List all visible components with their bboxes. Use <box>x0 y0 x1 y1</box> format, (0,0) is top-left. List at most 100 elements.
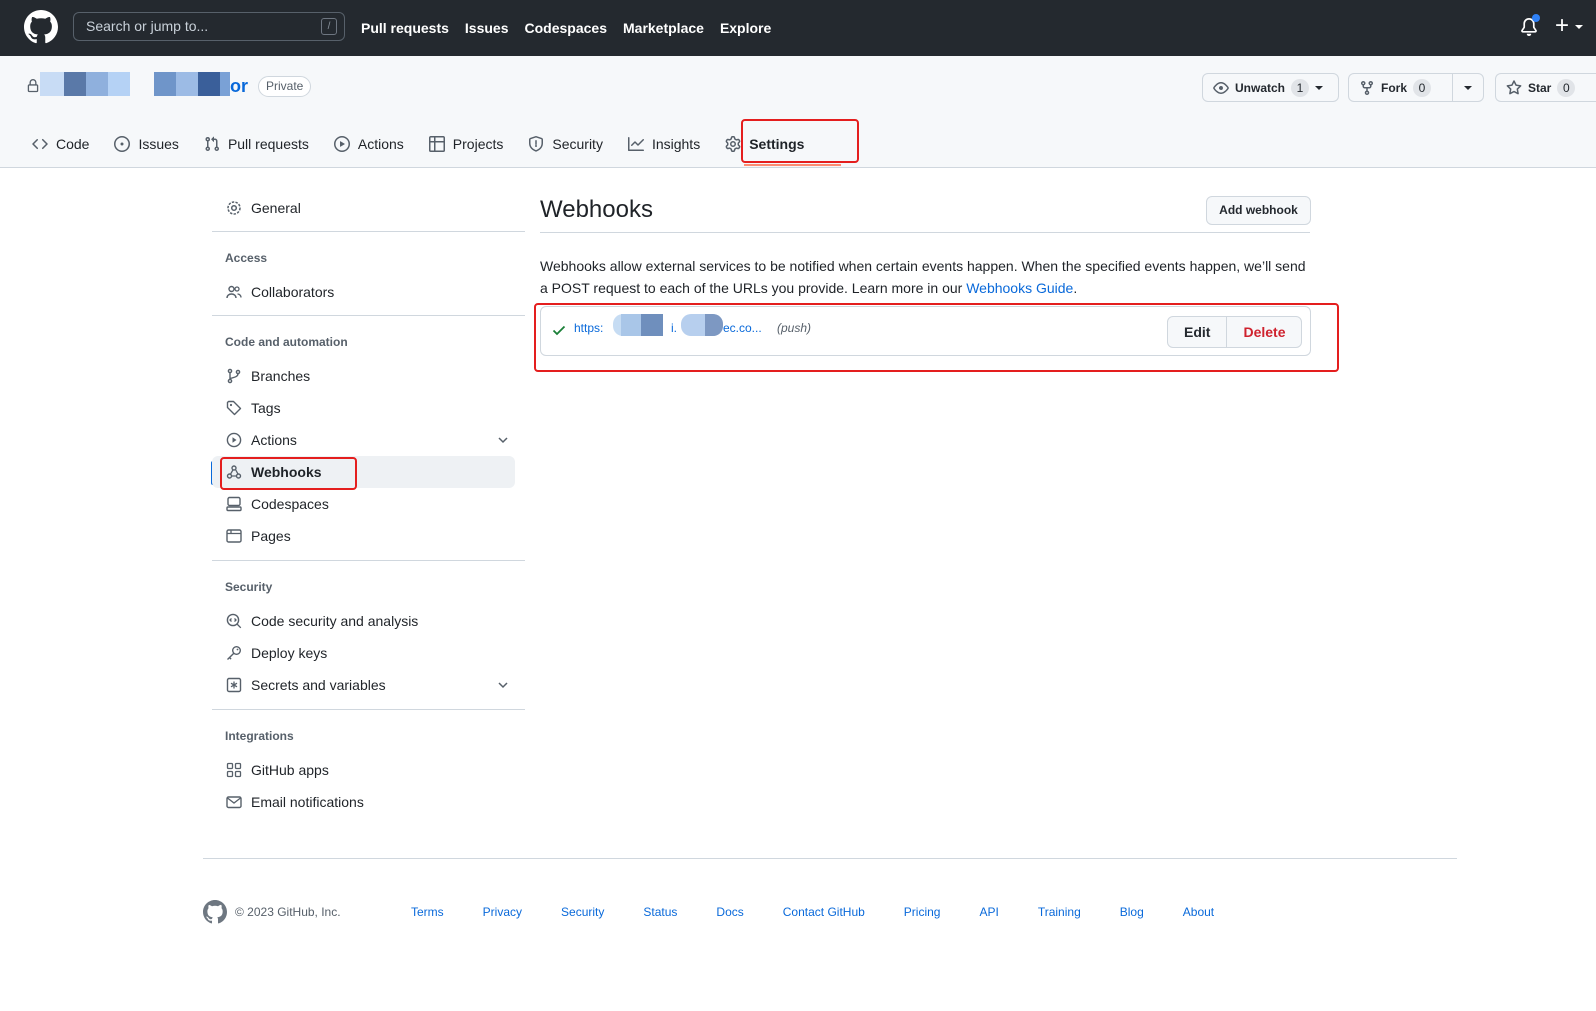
footer-link-docs[interactable]: Docs <box>716 905 743 919</box>
star-button[interactable]: Star 0 <box>1496 74 1585 101</box>
page-title: Webhooks <box>540 196 653 223</box>
tab-issues-label: Issues <box>138 136 179 152</box>
redaction-block <box>176 72 198 96</box>
webhooks-description: Webhooks allow external services to be n… <box>540 255 1315 299</box>
footer-link-blog[interactable]: Blog <box>1120 905 1144 919</box>
add-webhook-button[interactable]: Add webhook <box>1206 196 1311 225</box>
visibility-badge: Private <box>258 76 312 97</box>
tab-code-label: Code <box>56 136 90 152</box>
star-icon <box>1506 79 1522 94</box>
webhooks-guide-link[interactable]: Webhooks Guide <box>966 280 1073 296</box>
tab-pull-requests[interactable]: Pull requests <box>204 120 321 168</box>
sidebar-item-pages[interactable]: Pages <box>212 520 515 552</box>
tab-issues[interactable]: Issues <box>114 120 190 168</box>
sidebar-divider <box>212 231 525 232</box>
tab-projects[interactable]: Projects <box>428 120 516 168</box>
notification-indicator <box>1532 14 1540 22</box>
footer-link-api[interactable]: API <box>979 905 998 919</box>
fork-button-group: Fork 0 <box>1348 73 1484 102</box>
sidebar-divider <box>212 315 525 316</box>
people-icon <box>226 285 242 299</box>
sidebar-item-label: General <box>251 200 301 216</box>
sidebar-item-codespaces[interactable]: Codespaces <box>212 488 515 520</box>
sidebar-item-collaborators[interactable]: Collaborators <box>212 276 515 308</box>
sidebar-item-deploy-keys[interactable]: Deploy keys <box>212 637 515 669</box>
description-text: Webhooks allow external services to be n… <box>540 258 1306 296</box>
git-branch-icon <box>227 368 241 384</box>
global-header: Search or jump to... / Pull requests Iss… <box>0 0 1596 56</box>
sidebar-heading-security: Security <box>225 580 273 594</box>
repo-name-suffix[interactable]: or <box>230 76 248 97</box>
mail-icon <box>226 796 242 809</box>
repo-nav: Code Issues Pull requests Actions Projec… <box>32 120 829 168</box>
footer-link-security[interactable]: Security <box>561 905 604 919</box>
tag-icon <box>226 400 242 416</box>
sidebar-item-code-security[interactable]: Code security and analysis <box>212 605 515 637</box>
sidebar-item-tags[interactable]: Tags <box>212 392 515 424</box>
footer-link-about[interactable]: About <box>1183 905 1214 919</box>
key-icon <box>227 646 241 660</box>
global-nav-explore[interactable]: Explore <box>720 20 771 36</box>
star-label: Star <box>1528 80 1552 95</box>
fork-dropdown-button[interactable] <box>1451 74 1483 101</box>
title-divider <box>540 232 1310 233</box>
fork-icon <box>1361 80 1373 95</box>
sidebar-item-email-notifications[interactable]: Email notifications <box>212 786 515 818</box>
search-input[interactable]: Search or jump to... / <box>73 12 345 41</box>
tab-code[interactable]: Code <box>32 120 101 168</box>
annotation-highlight-settings <box>741 119 859 163</box>
description-end: . <box>1073 280 1078 296</box>
global-nav-marketplace[interactable]: Marketplace <box>623 20 704 36</box>
repo-name-redacted[interactable] <box>40 72 250 96</box>
selected-tab-underline <box>744 164 841 166</box>
github-logo-icon[interactable] <box>24 10 58 44</box>
footer-link-terms[interactable]: Terms <box>411 905 444 919</box>
sidebar-item-secrets[interactable]: Secrets and variables <box>212 669 515 701</box>
sidebar-item-github-apps[interactable]: GitHub apps <box>212 754 515 786</box>
global-nav-issues[interactable]: Issues <box>465 20 509 36</box>
footer-link-status[interactable]: Status <box>643 905 677 919</box>
global-nav-pull-requests[interactable]: Pull requests <box>361 20 449 36</box>
chevron-down-icon[interactable] <box>495 677 511 693</box>
codescan-icon <box>226 613 242 629</box>
sidebar-item-label: Codespaces <box>251 496 329 512</box>
sidebar-item-label: Email notifications <box>251 794 364 810</box>
sidebar-item-label: Actions <box>251 432 297 448</box>
sidebar-item-general[interactable]: General <box>212 192 515 224</box>
eye-icon <box>1213 81 1229 94</box>
chevron-down-icon[interactable] <box>495 432 511 448</box>
sidebar-item-branches[interactable]: Branches <box>212 360 515 392</box>
footer-link-pricing[interactable]: Pricing <box>904 905 941 919</box>
create-new-plus-icon[interactable]: + <box>1555 14 1569 38</box>
redaction-block <box>154 72 176 96</box>
unwatch-button[interactable]: Unwatch 1 <box>1203 74 1333 101</box>
tab-security[interactable]: Security <box>528 120 615 168</box>
tab-insights-label: Insights <box>651 136 701 152</box>
asterisk-box-icon <box>226 677 242 693</box>
footer-link-contact[interactable]: Contact GitHub <box>783 905 865 919</box>
tab-projects-label: Projects <box>452 136 504 152</box>
annotation-highlight-webhook-entry <box>534 303 1339 372</box>
sidebar-item-actions[interactable]: Actions <box>212 424 515 456</box>
star-button-group: Star 0 <box>1495 73 1596 102</box>
sidebar-heading-code-automation: Code and automation <box>225 335 348 349</box>
star-count: 0 <box>1557 78 1576 97</box>
tab-pull-requests-label: Pull requests <box>227 136 309 152</box>
fork-label: Fork <box>1381 80 1408 95</box>
create-new-caret-icon[interactable] <box>1575 25 1583 29</box>
footer-link-training[interactable]: Training <box>1038 905 1081 919</box>
play-icon <box>226 432 242 448</box>
watch-button-group: Unwatch 1 <box>1202 73 1339 102</box>
redaction-block <box>108 72 130 96</box>
sidebar-heading-access: Access <box>225 251 268 265</box>
search-shortcut-key: / <box>321 18 337 35</box>
gear-icon <box>227 201 241 215</box>
footer-divider <box>203 858 1457 859</box>
tab-insights[interactable]: Insights <box>627 120 712 168</box>
footer-link-privacy[interactable]: Privacy <box>483 905 522 919</box>
issue-opened-icon <box>114 136 131 152</box>
fork-button[interactable]: Fork 0 <box>1349 74 1452 101</box>
github-logo-icon[interactable] <box>203 900 227 924</box>
global-nav-codespaces[interactable]: Codespaces <box>525 20 607 36</box>
tab-actions[interactable]: Actions <box>333 120 416 168</box>
